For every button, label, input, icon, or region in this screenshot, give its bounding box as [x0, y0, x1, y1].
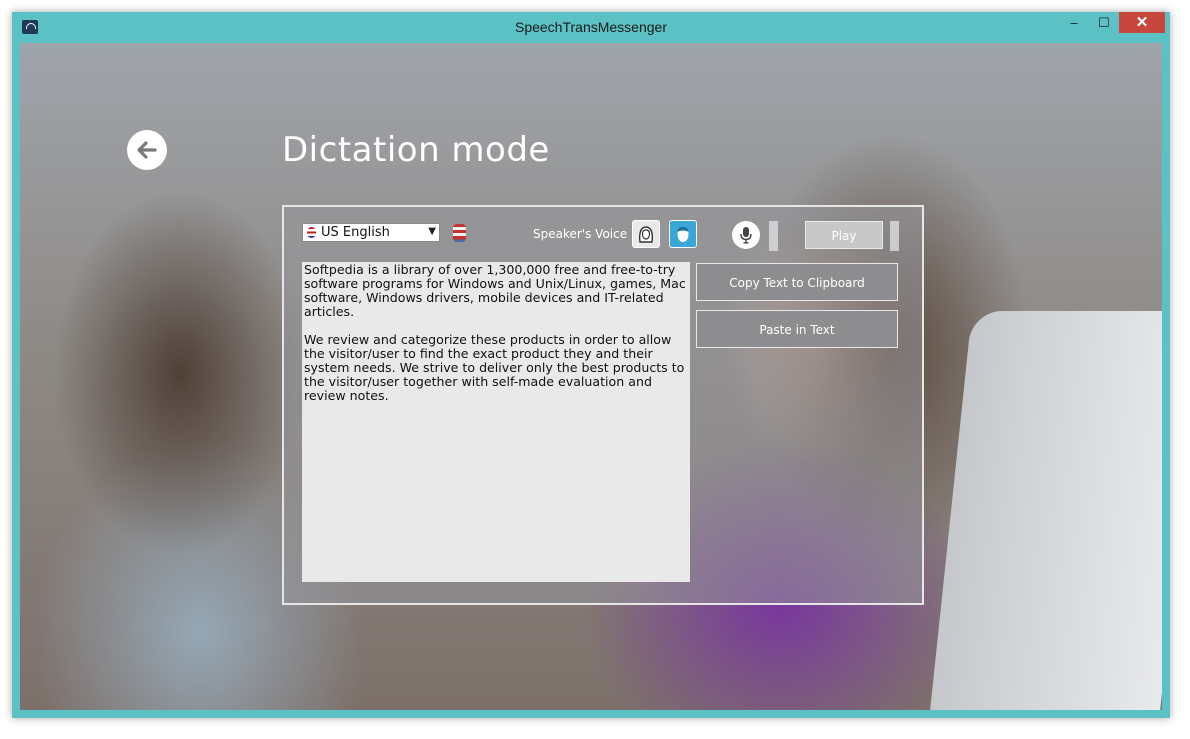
main-content: Dictation mode US English ▼ Speaker's Vo…	[20, 43, 1162, 710]
audio-level-bar	[769, 221, 778, 251]
maximize-button[interactable]: ☐	[1090, 12, 1118, 33]
microphone-icon	[740, 227, 752, 244]
female-voice-button[interactable]	[632, 220, 660, 248]
app-window: SpeechTransMessenger – ☐ ✕ Dictation mod…	[12, 12, 1170, 718]
text-paragraph: Softpedia is a library of over 1,300,000…	[304, 262, 686, 319]
copy-to-clipboard-button[interactable]: Copy Text to Clipboard	[696, 263, 898, 301]
us-flag-icon	[307, 227, 316, 238]
male-voice-icon	[677, 227, 689, 242]
play-button[interactable]: Play	[805, 221, 883, 249]
male-voice-button[interactable]	[669, 220, 697, 248]
close-button[interactable]: ✕	[1119, 12, 1165, 33]
chevron-down-icon: ▼	[428, 226, 436, 237]
speaker-voice-label: Speaker's Voice	[533, 227, 628, 241]
us-flag-icon	[453, 224, 466, 242]
dictation-panel: US English ▼ Speaker's Voice Play Softpe…	[282, 205, 924, 605]
microphone-button[interactable]	[732, 221, 760, 249]
background-photo	[927, 311, 1162, 710]
language-selected-value: US English	[321, 225, 390, 240]
language-select[interactable]: US English ▼	[302, 223, 440, 242]
title-bar[interactable]: SpeechTransMessenger – ☐ ✕	[12, 12, 1170, 43]
paste-in-text-button[interactable]: Paste in Text	[696, 310, 898, 348]
minimize-button[interactable]: –	[1060, 12, 1088, 33]
window-title: SpeechTransMessenger	[514, 19, 667, 35]
arrow-left-icon	[137, 141, 157, 159]
audio-level-bar	[890, 221, 899, 251]
back-button[interactable]	[127, 130, 167, 170]
text-paragraph: We review and categorize these products …	[304, 332, 685, 403]
female-voice-icon	[638, 226, 654, 243]
dictation-text-area[interactable]: Softpedia is a library of over 1,300,000…	[302, 262, 690, 582]
page-title: Dictation mode	[282, 130, 550, 170]
